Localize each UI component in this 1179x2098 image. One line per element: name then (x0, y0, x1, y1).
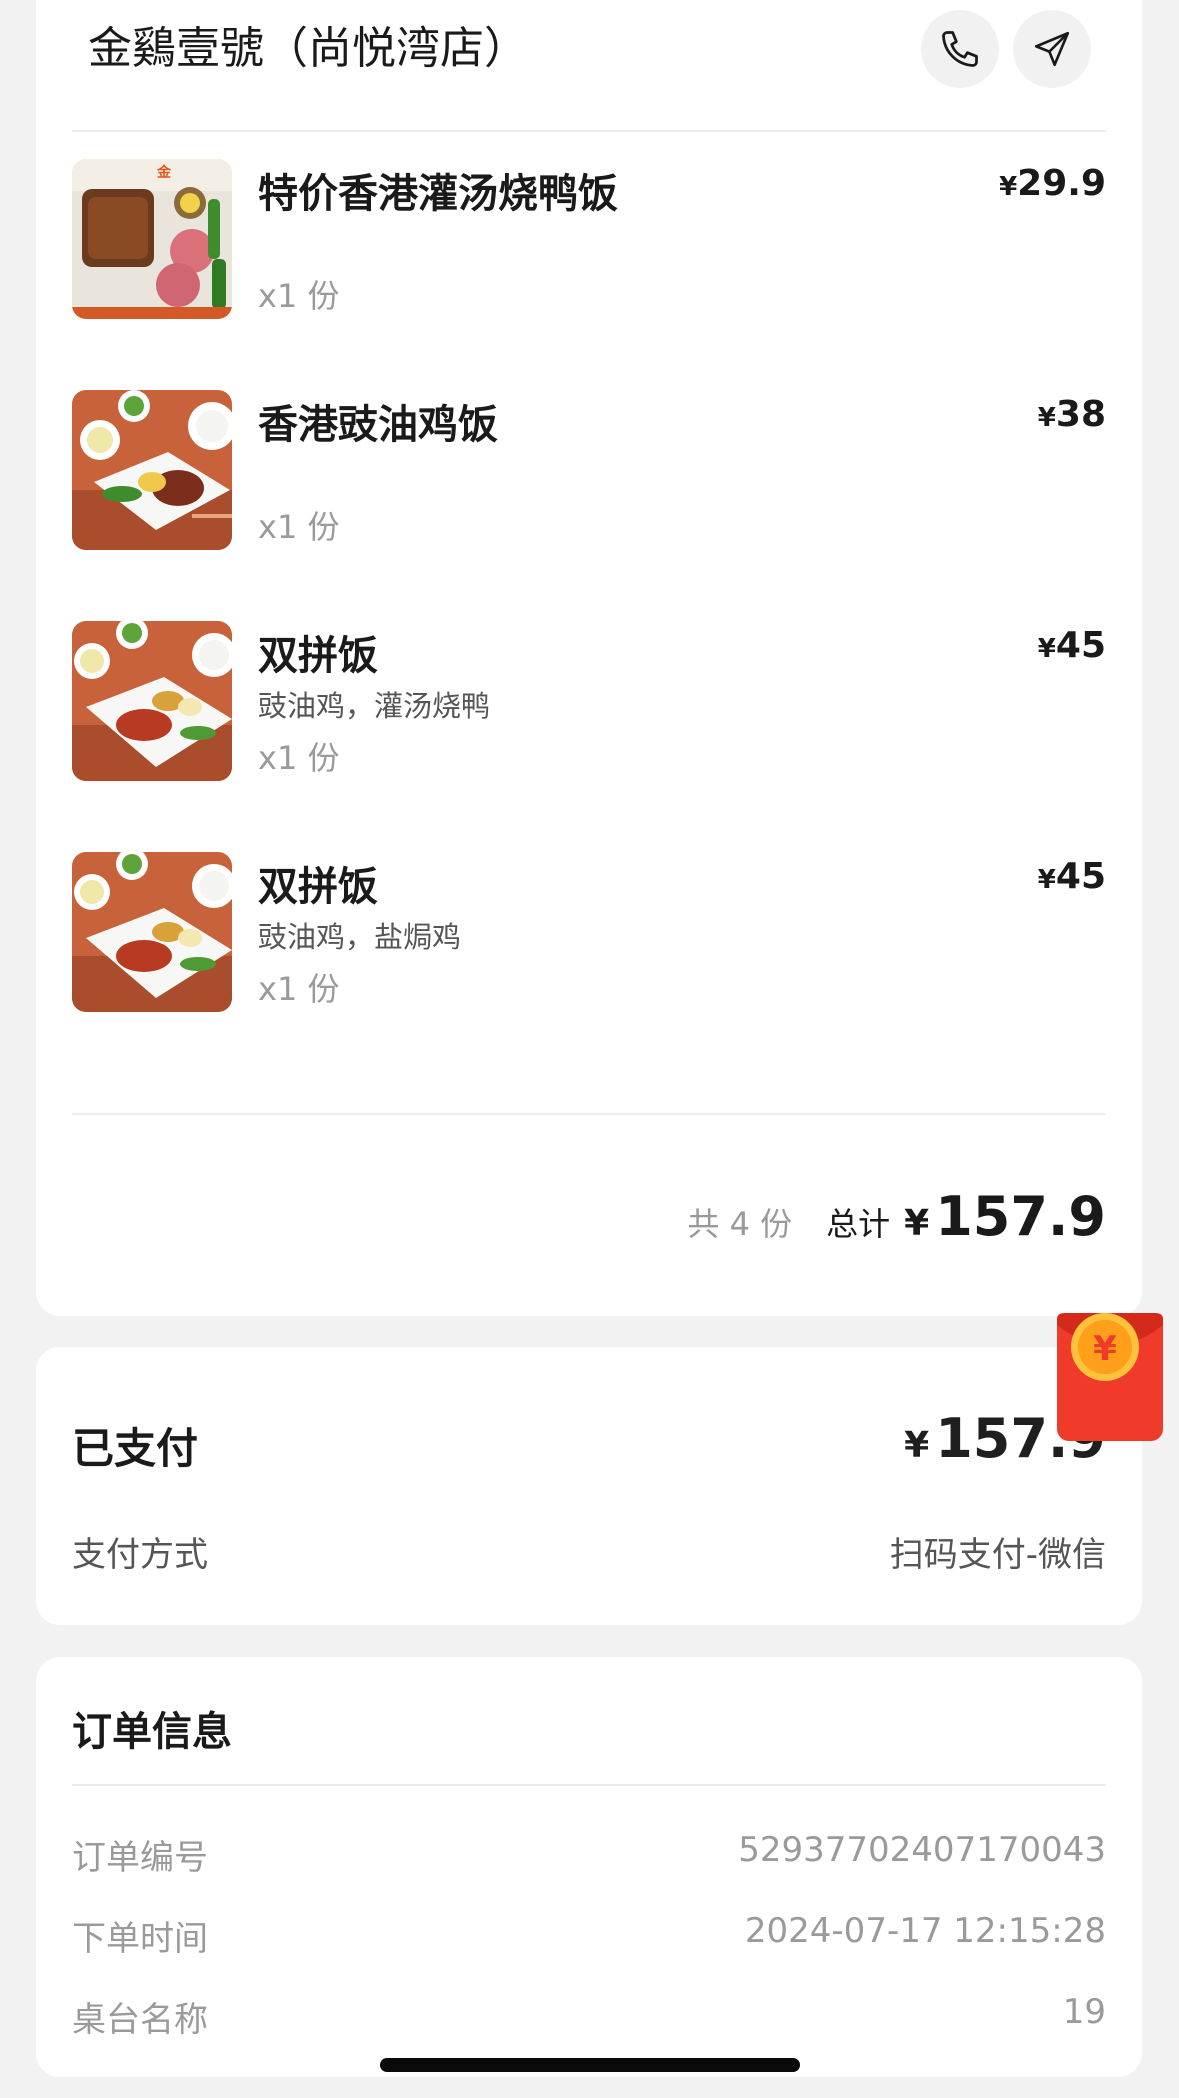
svg-text:¥: ¥ (1093, 1329, 1117, 1369)
order-time-row: 下单时间 2024-07-17 12:15:28 (72, 1911, 1106, 1961)
payment-method-value: 扫码支付-微信 (889, 1535, 1106, 1575)
soy-sauce-chicken-rice-image (72, 390, 232, 550)
currency-symbol: ¥ (904, 1425, 930, 1466)
item-price: ¥45 (1038, 856, 1106, 897)
order-number-row: 订单编号 52937702407170043 (72, 1830, 1106, 1880)
header-divider (72, 130, 1106, 132)
payment-card: 已支付 ¥ 157.9 支付方式 扫码支付-微信 (36, 1347, 1142, 1625)
summary-divider (72, 1113, 1106, 1115)
order-item[interactable]: 双拼饭 豉油鸡，灌汤烧鸭 x1 份 ¥45 (72, 621, 1106, 781)
item-quantity: x1 份 (258, 970, 340, 1008)
table-name-value: 19 (1062, 1992, 1106, 2032)
item-price-value: 38 (1055, 394, 1106, 435)
order-item[interactable]: 双拼饭 豉油鸡，盐焗鸡 x1 份 ¥45 (72, 852, 1106, 1012)
total-amount: 157.9 (935, 1185, 1106, 1248)
order-summary: 共 4 份 总计 ¥ 157.9 (687, 1185, 1106, 1248)
table-name-row: 桌台名称 19 (72, 1992, 1106, 2042)
currency-symbol: ¥ (1037, 403, 1056, 433)
item-price: ¥38 (1038, 394, 1106, 435)
item-price: ¥29.9 (999, 163, 1106, 204)
currency-symbol: ¥ (904, 1203, 930, 1244)
item-options: 豉油鸡，灌汤烧鸭 (258, 689, 491, 723)
item-name: 双拼饭 (258, 633, 378, 679)
item-quantity: x1 份 (258, 739, 340, 777)
navigate-store-button[interactable] (1013, 10, 1091, 88)
currency-symbol: ¥ (999, 172, 1018, 202)
order-info-title: 订单信息 (72, 1709, 232, 1755)
order-time-value: 2024-07-17 12:15:28 (744, 1911, 1106, 1951)
item-price-value: 45 (1055, 856, 1106, 897)
item-price-value: 29.9 (1017, 163, 1106, 204)
item-name: 特价香港灌汤烧鸭饭 (258, 171, 618, 217)
payment-status: 已支付 (72, 1424, 199, 1473)
order-number-label: 订单编号 (72, 1838, 208, 1878)
total-label: 总计 (826, 1205, 891, 1243)
item-name: 香港豉油鸡饭 (258, 402, 498, 448)
red-packet-floating-button[interactable]: ¥ (1055, 1305, 1165, 1443)
currency-symbol: ¥ (1037, 865, 1056, 895)
order-item[interactable]: 金 特价香港灌汤烧鸭饭 x1 份 ¥29.9 (72, 159, 1106, 319)
home-indicator[interactable] (380, 2058, 800, 2072)
item-price: ¥45 (1038, 625, 1106, 666)
order-info-card: 订单信息 订单编号 52937702407170043 下单时间 2024-07… (36, 1657, 1142, 2077)
red-envelope-icon: ¥ (1057, 1313, 1163, 1441)
roast-duck-rice-image: 金 (72, 159, 232, 319)
phone-icon (942, 31, 978, 67)
order-time-label: 下单时间 (72, 1919, 208, 1959)
item-options: 豉油鸡，盐焗鸡 (258, 920, 462, 954)
order-item[interactable]: 香港豉油鸡饭 x1 份 ¥38 (72, 390, 1106, 550)
payment-method-label: 支付方式 (72, 1535, 208, 1575)
double-combo-rice-image (72, 621, 232, 781)
svg-text:金: 金 (156, 164, 172, 181)
item-quantity: x1 份 (258, 508, 340, 546)
call-store-button[interactable] (921, 10, 999, 88)
item-count: 共 4 份 (687, 1205, 793, 1243)
order-number-value[interactable]: 52937702407170043 (738, 1830, 1106, 1870)
currency-symbol: ¥ (1037, 634, 1056, 664)
item-name: 双拼饭 (258, 864, 378, 910)
table-name-label: 桌台名称 (72, 2000, 208, 2040)
info-divider (72, 1784, 1106, 1786)
store-name[interactable]: 金鷄壹號（尚悦湾店） (88, 12, 528, 76)
item-price-value: 45 (1055, 625, 1106, 666)
order-items-card: 金鷄壹號（尚悦湾店） 金 特价香港灌汤烧鸭饭 x1 份 ¥29.9 香港豉油鸡饭… (36, 0, 1142, 1316)
item-quantity: x1 份 (258, 277, 340, 315)
double-combo-rice-image (72, 852, 232, 1012)
navigation-arrow-icon (1034, 31, 1070, 67)
